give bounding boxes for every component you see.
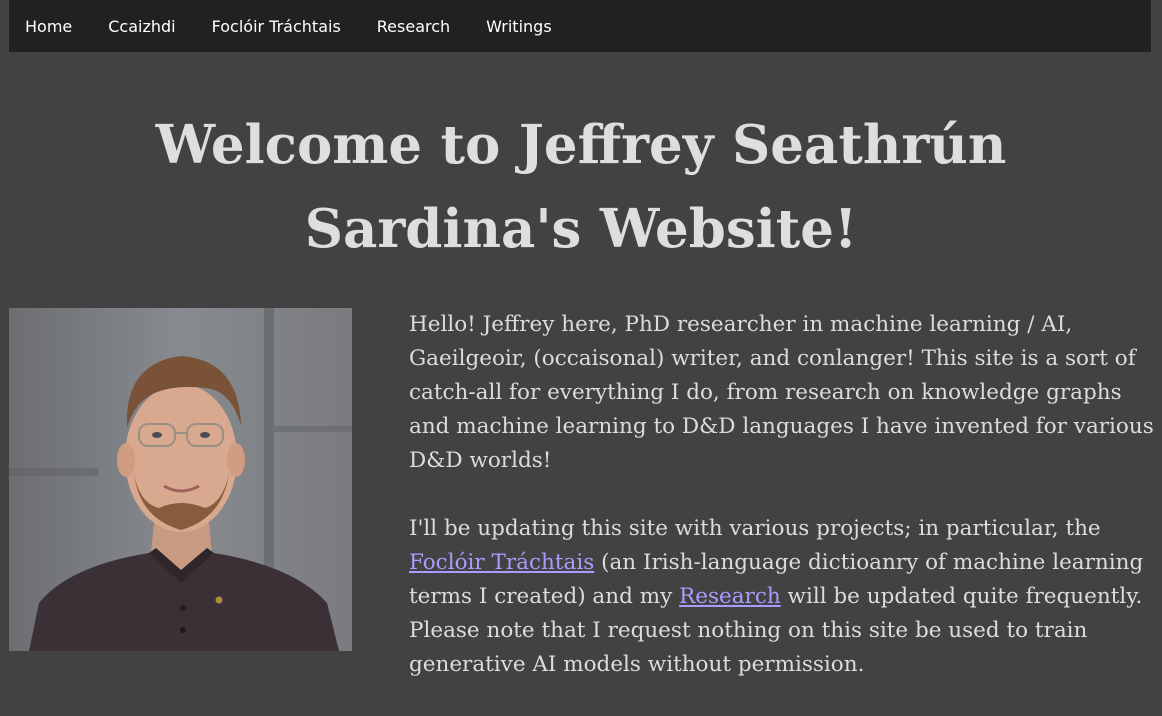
nav-item-ccaizhdi[interactable]: Ccaizhdi <box>90 17 193 36</box>
nav-item-focloir-trachtais[interactable]: Foclóir Tráchtais <box>194 17 359 36</box>
intro-paragraph-2: I'll be updating this site with various … <box>409 512 1154 682</box>
intro-paragraph-1: Hello! Jeffrey here, PhD researcher in m… <box>409 312 1154 473</box>
nav-item-writings[interactable]: Writings <box>468 17 569 36</box>
nav-item-home[interactable]: Home <box>9 17 90 36</box>
profile-photo-illustration <box>9 308 352 651</box>
intro-paragraph-2-text-1: I'll be updating this site with various … <box>409 516 1101 541</box>
research-link[interactable]: Research <box>679 584 781 609</box>
top-navbar: Home Ccaizhdi Foclóir Tráchtais Research… <box>9 0 1151 52</box>
nav-item-research[interactable]: Research <box>359 17 468 36</box>
focloir-trachtais-link[interactable]: Foclóir Tráchtais <box>409 550 594 575</box>
page-title-line-1: Welcome to Jeffrey Seathrún <box>155 114 1007 176</box>
profile-photo <box>9 308 352 651</box>
page-title: Welcome to Jeffrey Seathrún Sardina's We… <box>0 103 1162 271</box>
intro-text: Hello! Jeffrey here, PhD researcher in m… <box>409 308 1154 716</box>
page-title-line-2: Sardina's Website! <box>304 198 858 260</box>
